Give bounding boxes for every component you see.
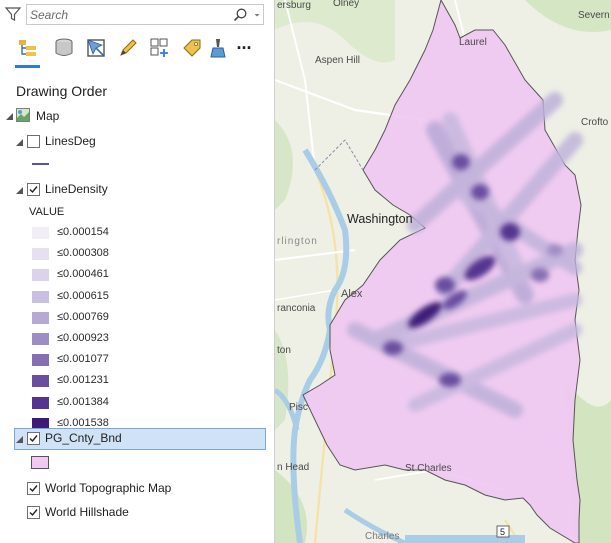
list-by-labeling-button[interactable]: [180, 36, 204, 60]
legend-class-label: ≤0.000461: [57, 268, 109, 281]
map-label-aspen-hill: Aspen Hill: [315, 55, 360, 66]
map-label-dunsburg: ersburg: [277, 0, 311, 11]
world-topo-checkbox[interactable]: [27, 482, 40, 495]
linedensity-label[interactable]: LineDensity: [45, 182, 108, 196]
map-label[interactable]: Map: [36, 109, 59, 123]
search-icon[interactable]: [232, 7, 248, 23]
list-by-data-source-button[interactable]: [52, 36, 76, 60]
list-by-selection-icon: [87, 39, 105, 57]
list-by-drawing-order-icon: [19, 40, 36, 56]
search-input[interactable]: [30, 6, 220, 23]
legend-class-label: ≤0.001077: [57, 353, 109, 366]
contents-scrollbar[interactable]: [268, 0, 273, 543]
map-label-laurel: Laurel: [459, 37, 487, 48]
route-5-label: 5: [500, 527, 505, 537]
map-label-crofton: Crofto: [581, 117, 609, 128]
list-by-labeling-icon: [183, 39, 201, 57]
map-label-arlington: rlington: [277, 236, 318, 247]
collapse-map-icon[interactable]: [5, 112, 14, 121]
linesdeg-checkbox[interactable]: [27, 135, 40, 148]
legend-swatch[interactable]: [32, 375, 49, 388]
list-by-selection-button[interactable]: [84, 36, 108, 60]
legend-swatch[interactable]: [32, 269, 49, 282]
map-label-severn: Severn: [578, 10, 610, 21]
legend-swatch[interactable]: [32, 396, 49, 409]
legend-class-label: ≤0.001231: [57, 374, 109, 387]
legend-swatch[interactable]: [32, 227, 49, 239]
list-by-snapping-icon: [150, 38, 168, 57]
legend-class-label: ≤0.000769: [57, 310, 109, 323]
linesdeg-label[interactable]: LinesDeg: [45, 134, 96, 148]
map-label-fort-washington: ton: [277, 345, 291, 356]
checkmark-icon: [29, 186, 38, 194]
legend-class-label: ≤0.000308: [57, 247, 109, 260]
list-by-perspective-icon: [210, 39, 226, 58]
world-hillshade-checkbox[interactable]: [27, 506, 40, 519]
checkmark-icon: [29, 485, 38, 493]
legend-class-label: ≤0.000154: [57, 226, 109, 238]
list-by-perspective-button[interactable]: [206, 36, 230, 60]
map-label-olney: Olney: [333, 0, 359, 9]
more-options-icon: ...: [236, 32, 252, 53]
active-tab-indicator: [15, 65, 40, 68]
legend-class-label: ≤0.000615: [57, 289, 109, 302]
legend-heading: VALUE: [29, 206, 65, 218]
map-label-st-charles: St Charles: [405, 463, 452, 474]
chevron-down-icon[interactable]: [252, 7, 262, 23]
pgcnty-symbol[interactable]: [31, 456, 49, 469]
map-label-washington: Washington: [347, 212, 413, 226]
map-label-piscataway: Pisc: [289, 402, 308, 413]
linedensity-checkbox[interactable]: [27, 183, 40, 196]
panel-title: Drawing Order: [16, 83, 108, 99]
linesdeg-symbol[interactable]: [32, 163, 49, 165]
legend-swatch[interactable]: [32, 354, 49, 367]
collapse-linedensity-icon[interactable]: [15, 186, 24, 195]
checkmark-icon: [29, 435, 38, 443]
legend-class-label: ≤0.000923: [57, 332, 109, 344]
list-by-editing-button[interactable]: [116, 36, 140, 60]
pgcnty-checkbox[interactable]: [27, 432, 40, 445]
map-icon: [16, 108, 30, 122]
legend-swatch[interactable]: [32, 248, 49, 261]
pgcnty-label[interactable]: PG_Cnty_Bnd: [45, 431, 122, 445]
checkmark-icon: [29, 509, 38, 517]
list-by-editing-icon: [120, 39, 137, 56]
map-label-mason-neck: n Head: [277, 462, 309, 473]
map-label-charles: Charles: [365, 531, 399, 542]
collapse-linesdeg-icon[interactable]: [15, 138, 24, 147]
collapse-pgcnty-icon[interactable]: [15, 435, 24, 444]
legend-class-label: ≤0.001384: [57, 395, 109, 408]
list-by-data-source-icon: [55, 38, 73, 56]
list-by-drawing-order-button[interactable]: [16, 36, 40, 60]
world-topo-label[interactable]: World Topographic Map: [45, 481, 171, 495]
list-by-snapping-button[interactable]: [148, 36, 172, 60]
route-5-shield: 5: [496, 525, 510, 538]
more-options-button[interactable]: ...: [232, 32, 256, 60]
legend-class-label: ≤0.001538: [57, 416, 109, 429]
legend-swatch[interactable]: [32, 333, 49, 345]
contents-pane: ... Drawing Order Map LinesDeg LineDensi…: [0, 0, 274, 543]
map-label-alexandria: Alex: [341, 288, 363, 300]
world-hillshade-label[interactable]: World Hillshade: [45, 505, 129, 519]
filter-icon[interactable]: [4, 5, 22, 23]
search-box[interactable]: [26, 4, 264, 25]
map-label-franconia: ranconia: [277, 303, 316, 314]
legend-swatch[interactable]: [32, 311, 49, 324]
map-view[interactable]: ersburg Olney Severn Laurel Aspen Hill C…: [275, 0, 611, 543]
map-canvas[interactable]: ersburg Olney Severn Laurel Aspen Hill C…: [275, 0, 611, 543]
legend-swatch[interactable]: [32, 290, 49, 303]
